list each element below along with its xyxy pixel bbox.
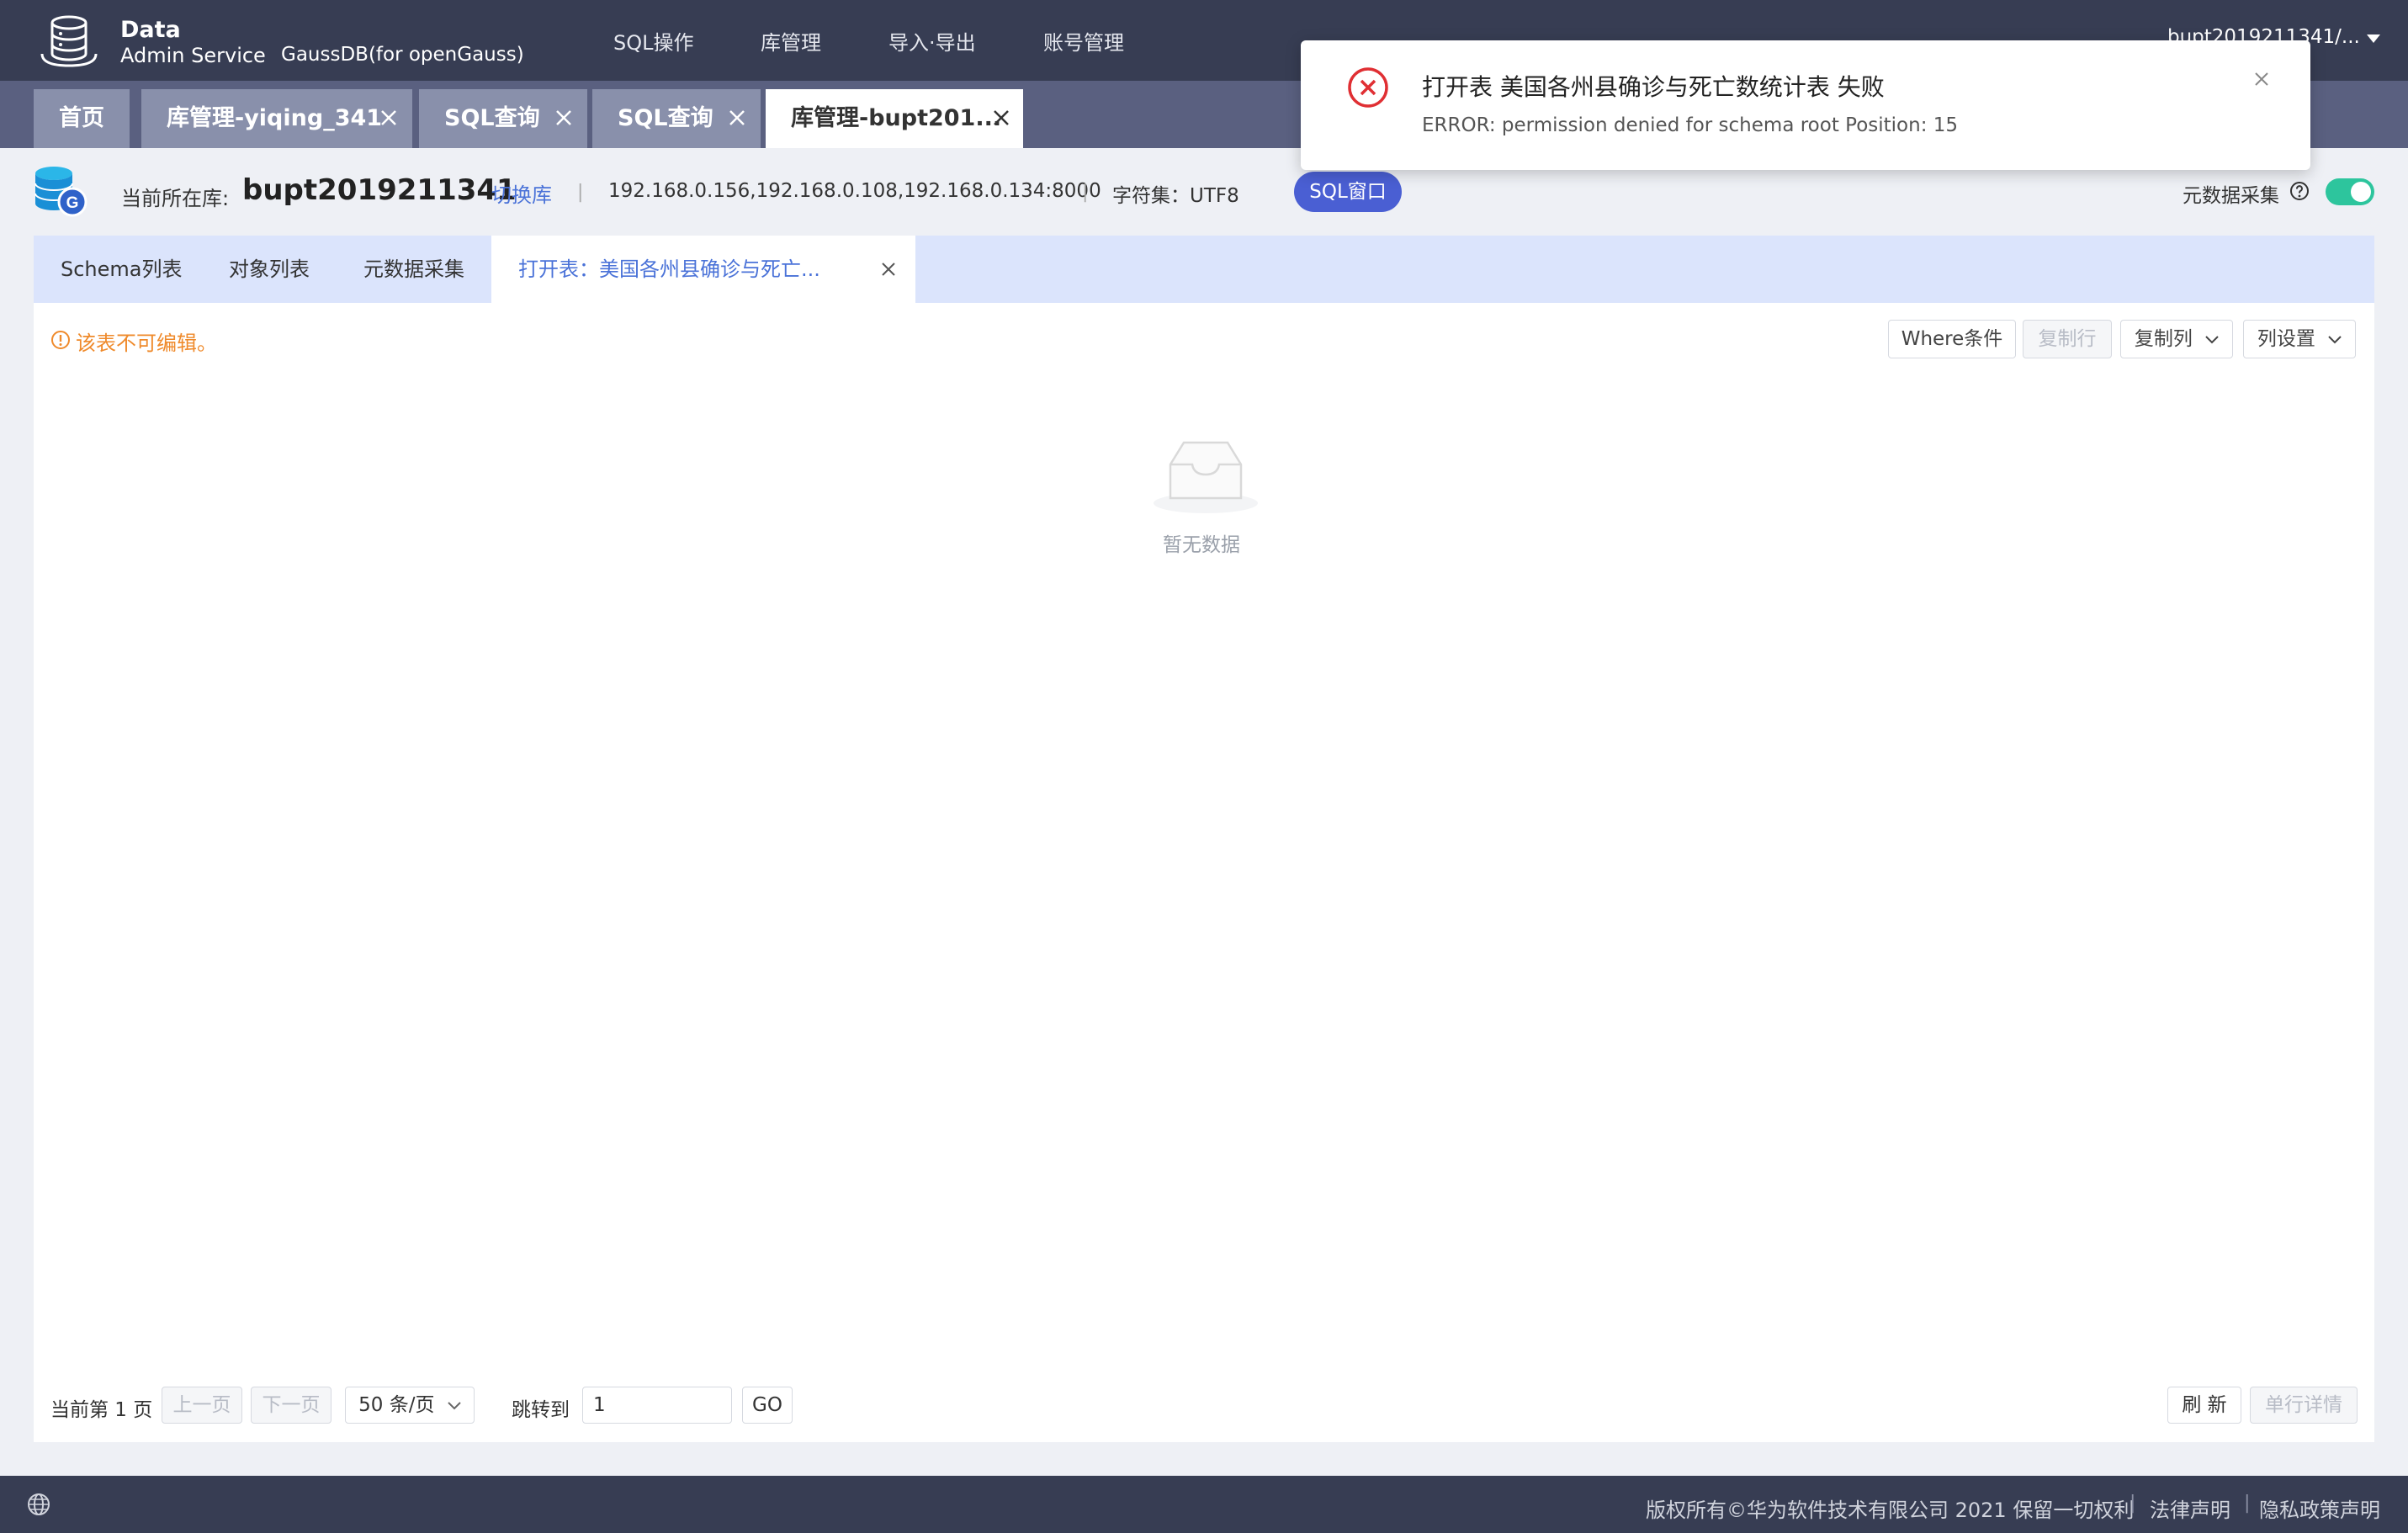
metadata-collect-toggle[interactable]	[2326, 178, 2374, 205]
tab-db-management-bupt[interactable]: 库管理-bupt201...	[766, 89, 1023, 148]
caret-down-icon[interactable]	[2366, 34, 2381, 44]
switch-db-link[interactable]: 切换库	[491, 178, 552, 208]
tab-label: 库管理-yiqing_341	[167, 105, 383, 131]
brand-subtitle: Admin Service	[120, 44, 266, 67]
jump-page-input[interactable]	[582, 1387, 732, 1424]
legal-notice-link[interactable]: 法律声明	[2150, 1493, 2230, 1523]
content-panel: Schema列表 对象列表 元数据采集 打开表：美国各州县确诊与死亡... 该表…	[34, 236, 2374, 1442]
notification-title: 打开表 美国各州县确诊与死亡数统计表 失败	[1422, 73, 1885, 101]
tab-label: SQL查询	[444, 105, 540, 131]
empty-inbox-icon	[1147, 434, 1265, 518]
brand-title: Data	[120, 17, 181, 43]
current-db-name: bupt2019211341	[242, 173, 517, 207]
close-icon[interactable]	[2253, 71, 2270, 88]
next-page-button[interactable]: 下一页	[251, 1387, 331, 1424]
help-icon[interactable]	[2289, 181, 2310, 201]
close-icon[interactable]	[729, 109, 745, 126]
subtab-object-list[interactable]: 对象列表	[229, 236, 310, 303]
prev-page-button[interactable]: 上一页	[162, 1387, 242, 1424]
tab-label: 首页	[59, 105, 104, 131]
separator: |	[2130, 1493, 2136, 1514]
product-name: GaussDB(for openGauss)	[281, 44, 524, 66]
copy-column-label: 复制列	[2134, 328, 2193, 350]
tab-db-management-yiqing[interactable]: 库管理-yiqing_341	[141, 89, 412, 148]
error-circle-icon	[1346, 66, 1390, 109]
page-size-value: 50 条/页	[358, 1394, 435, 1416]
svg-text:G: G	[66, 194, 79, 212]
separator: |	[577, 182, 584, 203]
database-logo-icon	[37, 15, 101, 69]
metadata-collect-label: 元数据采集	[2183, 185, 2279, 207]
close-icon[interactable]	[993, 109, 1010, 126]
copy-row-button[interactable]: 复制行	[2023, 320, 2112, 358]
subtab-open-table[interactable]: 打开表：美国各州县确诊与死亡...	[491, 236, 915, 303]
toggle-knob	[2351, 182, 2371, 202]
database-icon: G	[32, 165, 89, 219]
warning-circle-icon	[50, 330, 71, 350]
nav-sql-operations[interactable]: SQL操作	[613, 26, 694, 56]
copy-column-dropdown[interactable]: 复制列	[2120, 320, 2233, 358]
current-page-text: 当前第 1 页	[50, 1399, 153, 1421]
row-detail-button[interactable]: 单行详情	[2250, 1387, 2358, 1424]
warning-text: 该表不可编辑。	[76, 332, 217, 355]
close-icon[interactable]	[880, 261, 897, 278]
nav-database-management[interactable]: 库管理	[761, 26, 821, 56]
refresh-button[interactable]: 刷 新	[2167, 1387, 2241, 1424]
where-condition-button[interactable]: Where条件	[1888, 320, 2016, 358]
tab-label: SQL查询	[618, 105, 713, 131]
chevron-down-icon	[2328, 335, 2342, 344]
globe-icon[interactable]	[27, 1493, 50, 1516]
tab-sql-query-1[interactable]: SQL查询	[419, 89, 587, 148]
separator: |	[1082, 182, 1089, 203]
copyright-text: 版权所有©华为软件技术有限公司 2021 保留一切权利	[1646, 1499, 2135, 1522]
sub-tab-bar: Schema列表 对象列表 元数据采集 打开表：美国各州县确诊与死亡...	[34, 236, 2374, 303]
db-hosts: 192.168.0.156,192.168.0.108,192.168.0.13…	[608, 180, 1101, 202]
footer: 版权所有©华为软件技术有限公司 2021 保留一切权利 | 法律声明 | 隐私政…	[0, 1476, 2408, 1533]
close-icon[interactable]	[380, 109, 397, 126]
subtab-metadata-collect[interactable]: 元数据采集	[363, 236, 464, 303]
charset-label: 字符集：UTF8	[1112, 185, 1239, 207]
column-settings-label: 列设置	[2257, 328, 2315, 350]
jump-to-label: 跳转到	[512, 1399, 570, 1421]
separator: |	[2244, 1493, 2251, 1514]
notification-message: ERROR: permission denied for schema root…	[1422, 114, 1959, 136]
tab-sql-query-2[interactable]: SQL查询	[592, 89, 761, 148]
empty-data-text: 暂无数据	[1163, 534, 1240, 556]
column-settings-dropdown[interactable]: 列设置	[2243, 320, 2356, 358]
nav-import-export[interactable]: 导入·导出	[888, 26, 976, 56]
current-db-label: 当前所在库:	[121, 187, 230, 210]
subtab-label: 打开表：美国各州县确诊与死亡...	[518, 257, 820, 281]
nav-account-management[interactable]: 账号管理	[1043, 26, 1124, 56]
privacy-policy-link[interactable]: 隐私政策声明	[2259, 1493, 2380, 1523]
chevron-down-icon	[2205, 335, 2219, 344]
error-notification: 打开表 美国各州县确诊与死亡数统计表 失败 ERROR: permission …	[1301, 40, 2310, 170]
go-button[interactable]: GO	[742, 1387, 793, 1424]
tab-home[interactable]: 首页	[34, 89, 130, 148]
page-size-select[interactable]: 50 条/页	[345, 1387, 475, 1424]
tab-label: 库管理-bupt201...	[791, 105, 1002, 131]
chevron-down-icon	[448, 1401, 461, 1410]
close-icon[interactable]	[555, 109, 572, 126]
subtab-schema-list[interactable]: Schema列表	[61, 236, 183, 303]
sql-window-button[interactable]: SQL窗口	[1294, 172, 1402, 212]
